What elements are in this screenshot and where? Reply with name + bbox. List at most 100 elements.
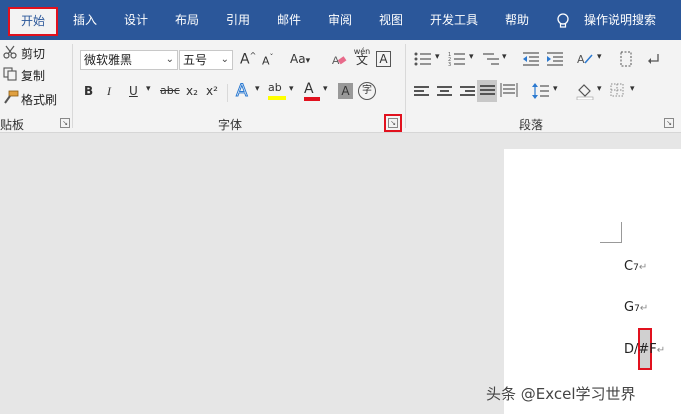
bold-button[interactable]: B xyxy=(84,84,93,98)
distributed-align-icon[interactable] xyxy=(500,83,518,99)
tab-references[interactable]: 引用 xyxy=(226,0,250,40)
margin-corner-mark xyxy=(600,222,622,243)
character-border-button[interactable]: A xyxy=(376,51,391,67)
text-effects-dropdown[interactable]: ▾ xyxy=(255,84,260,94)
cut-button[interactable]: 剪切 xyxy=(21,45,45,62)
multilevel-dropdown[interactable]: ▾ xyxy=(502,52,507,62)
multilevel-list-icon[interactable] xyxy=(482,52,500,66)
highlight-label: ab xyxy=(268,81,282,94)
clipboard-dialog-launcher[interactable]: ↘ xyxy=(60,118,70,128)
highlight-button[interactable]: ab xyxy=(268,80,286,102)
show-marks-icon[interactable] xyxy=(648,52,662,66)
chord-text: C xyxy=(624,259,634,274)
strikethrough-button[interactable]: abc xyxy=(160,84,180,97)
tab-view[interactable]: 视图 xyxy=(379,0,403,40)
paragraph-dialog-launcher[interactable]: ↘ xyxy=(664,118,674,128)
svg-text:A: A xyxy=(577,53,585,66)
underline-button[interactable]: U xyxy=(129,84,138,98)
paragraph-mark: ↵ xyxy=(656,345,666,356)
tab-insert[interactable]: 插入 xyxy=(73,0,97,40)
font-name-value: 微软雅黑 xyxy=(84,53,133,67)
paragraph-group-label: 段落 xyxy=(519,118,544,132)
character-shading-button[interactable]: A xyxy=(338,83,353,99)
clear-formatting-icon[interactable]: A xyxy=(331,52,347,68)
align-right-icon[interactable] xyxy=(460,86,475,98)
chevron-down-icon: ⌄ xyxy=(220,54,229,65)
justify-button[interactable] xyxy=(477,80,497,102)
shrink-font-button[interactable]: Aˇ xyxy=(262,53,274,68)
align-center-icon[interactable] xyxy=(437,86,452,98)
justify-icon xyxy=(480,85,495,97)
subscript-button[interactable]: x₂ xyxy=(186,84,198,98)
font-name-dropdown[interactable]: 微软雅黑 ⌄ xyxy=(80,50,178,70)
lightbulb-icon xyxy=(557,13,569,28)
doc-line[interactable]: D/#F↵ xyxy=(624,342,665,357)
tab-developer[interactable]: 开发工具 xyxy=(430,0,478,40)
font-color-label: A xyxy=(304,81,314,97)
tab-design[interactable]: 设计 xyxy=(124,0,148,40)
increase-indent-icon[interactable] xyxy=(546,52,564,66)
chord-text: G xyxy=(624,300,635,315)
italic-button[interactable]: I xyxy=(107,84,111,99)
bullets-icon[interactable] xyxy=(414,52,432,66)
format-painter-icon xyxy=(4,90,19,104)
grow-font-button[interactable]: A^ xyxy=(240,51,256,68)
sort-icon[interactable] xyxy=(620,51,634,67)
paint-bucket-icon[interactable] xyxy=(576,82,594,100)
copy-button[interactable]: 复制 xyxy=(21,67,45,84)
font-color-button[interactable]: A xyxy=(304,81,320,103)
tab-help[interactable]: 帮助 xyxy=(505,0,529,40)
tab-review[interactable]: 审阅 xyxy=(328,0,352,40)
launcher-highlight-box xyxy=(384,114,402,132)
watermark-text: 头条 @Excel学习世界 xyxy=(486,385,636,403)
line-spacing-icon[interactable] xyxy=(532,83,550,99)
change-case-button[interactable]: Aa▾ xyxy=(290,52,310,66)
doc-line[interactable]: G7↵ xyxy=(624,300,648,315)
highlight-dropdown[interactable]: ▾ xyxy=(289,84,294,94)
tab-home[interactable]: 开始 xyxy=(8,7,58,36)
paragraph-mark: ↵ xyxy=(638,262,648,273)
font-group-label: 字体 xyxy=(218,118,243,132)
format-painter-button[interactable]: 格式刷 xyxy=(21,91,57,108)
decrease-indent-icon[interactable] xyxy=(522,52,540,66)
document-page[interactable] xyxy=(504,149,681,414)
shading-dropdown[interactable]: ▾ xyxy=(597,84,602,94)
underline-dropdown[interactable]: ▾ xyxy=(146,84,151,94)
borders-dropdown[interactable]: ▾ xyxy=(630,84,635,94)
clipboard-group-label: 粘贴板 xyxy=(0,118,25,132)
tab-mailings[interactable]: 邮件 xyxy=(277,0,301,40)
tell-me-search[interactable]: 操作说明搜索 xyxy=(584,0,656,40)
group-divider xyxy=(72,44,73,128)
font-color-dropdown[interactable]: ▾ xyxy=(323,84,328,94)
numbering-dropdown[interactable]: ▾ xyxy=(469,52,474,62)
text-effects-button[interactable]: A xyxy=(236,81,249,102)
align-left-icon[interactable] xyxy=(414,86,429,98)
font-size-dropdown[interactable]: 五号 ⌄ xyxy=(179,50,233,70)
phonetic-guide-button[interactable]: wén 文 xyxy=(352,47,372,66)
font-color-swatch xyxy=(304,97,320,101)
chinese-layout-icon[interactable]: A xyxy=(576,51,594,67)
enclose-characters-button[interactable]: 字 xyxy=(358,82,376,100)
copy-icon xyxy=(3,67,17,81)
grow-font-label: A xyxy=(240,51,250,68)
chinese-layout-dropdown[interactable]: ▾ xyxy=(597,52,602,62)
numbering-icon[interactable]: 123 xyxy=(448,52,466,66)
menu-bar: 开始 插入 设计 布局 引用 邮件 审阅 视图 开发工具 帮助 操作说明搜索 xyxy=(0,0,681,40)
shrink-font-label: A xyxy=(262,54,270,68)
superscript-button[interactable]: x² xyxy=(206,84,218,98)
doc-line[interactable]: C7↵ xyxy=(624,259,647,274)
group-divider xyxy=(405,44,406,128)
chord-text: D/#F xyxy=(624,342,657,357)
font-size-value: 五号 xyxy=(183,53,208,67)
scissors-icon xyxy=(3,45,17,59)
line-spacing-dropdown[interactable]: ▾ xyxy=(553,84,558,94)
row-divider xyxy=(227,84,228,102)
borders-icon[interactable] xyxy=(610,83,624,97)
paragraph-mark: ↵ xyxy=(639,303,649,314)
svg-text:3: 3 xyxy=(448,62,451,66)
highlight-color-swatch xyxy=(268,96,286,100)
bullets-dropdown[interactable]: ▾ xyxy=(435,52,440,62)
tab-layout[interactable]: 布局 xyxy=(175,0,199,40)
change-case-label: Aa xyxy=(290,52,306,66)
chevron-down-icon: ⌄ xyxy=(165,54,174,65)
